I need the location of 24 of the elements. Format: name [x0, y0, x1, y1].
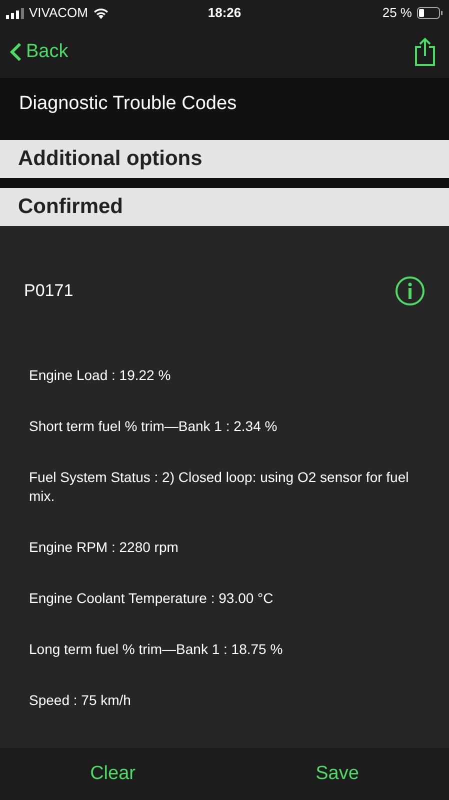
signal-icon: [6, 8, 24, 18]
back-button[interactable]: Back: [10, 38, 68, 66]
detail-text: Engine RPM : 2280 rpm: [29, 538, 180, 557]
battery-icon: [417, 7, 443, 19]
detail-text: Long term fuel % trim—Bank 1 : 18.75 %: [29, 640, 284, 659]
trouble-code: P0171: [24, 280, 74, 302]
page-title: Diagnostic Trouble Codes: [19, 92, 237, 116]
detail-text: Fuel System Status : 2) Closed loop: using O2 sensor for fuel mix.: [29, 468, 410, 506]
wifi-icon: [93, 7, 109, 19]
battery-percent: 25 %: [382, 4, 412, 22]
clock-time: 18:26: [208, 4, 242, 22]
carrier-name: VIVACOM: [29, 4, 88, 22]
detail-text: Engine Coolant Temperature : 93.00 °C: [29, 589, 274, 608]
detail-text: Short term fuel % trim—Bank 1 : 2.34 %: [29, 417, 278, 436]
share-icon: [413, 37, 437, 67]
section-header[interactable]: Confirmed: [0, 188, 449, 226]
chevron-left-icon: [10, 42, 22, 62]
toolbar-button[interactable]: Clear: [82, 760, 144, 788]
section-header[interactable]: Additional options: [0, 140, 449, 178]
info-icon: [395, 276, 425, 306]
detail-text: Speed : 75 km/h: [29, 691, 132, 710]
info-button[interactable]: [395, 276, 425, 306]
toolbar-button[interactable]: Save: [308, 760, 367, 788]
detail-text: Engine Load : 19.22 %: [29, 366, 172, 385]
